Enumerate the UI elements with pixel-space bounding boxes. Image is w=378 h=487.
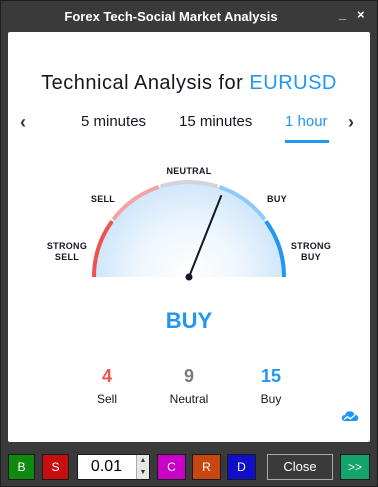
chevron-right-icon[interactable]: › (348, 112, 354, 133)
title-bar[interactable]: Forex Tech-Social Market Analysis _ × (1, 1, 377, 31)
cloud-logo-icon[interactable] (341, 409, 359, 423)
heading-prefix: Technical Analysis for (41, 72, 244, 94)
label-sell: SELL (90, 194, 116, 204)
window-title: Forex Tech-Social Market Analysis (64, 9, 278, 24)
sell-button[interactable]: S (42, 454, 69, 480)
chevron-left-icon[interactable]: ‹ (20, 112, 26, 133)
label-neutral: NEUTRAL (166, 166, 212, 176)
minimize-button[interactable]: _ (339, 6, 346, 21)
neutral-count-label: Neutral (169, 392, 209, 406)
symbol-name: EURUSD (249, 72, 337, 94)
sell-count-label: Sell (96, 392, 117, 406)
d-button[interactable]: D (227, 454, 256, 480)
neutral-count: 9 (183, 366, 194, 386)
active-tab-indicator (285, 140, 329, 143)
lot-size-input[interactable] (78, 455, 135, 479)
buy-button[interactable]: B (8, 454, 35, 480)
spin-down-icon[interactable]: ▼ (136, 467, 149, 479)
label-strong-buy: STRONG BUY (290, 241, 332, 262)
expand-button[interactable]: >> (340, 454, 370, 480)
label-buy: BUY (267, 194, 287, 204)
c-button[interactable]: C (157, 454, 186, 480)
verdict-text: BUY (165, 308, 213, 333)
app-window: Forex Tech-Social Market Analysis _ × Te… (0, 0, 378, 487)
lot-size-stepper: ▲ ▼ (77, 454, 150, 480)
r-button[interactable]: R (192, 454, 221, 480)
page-title: Technical Analysis for EURUSD (8, 72, 370, 95)
gauge-face (94, 182, 284, 277)
sell-count: 4 (101, 366, 112, 386)
close-window-button[interactable]: × (357, 7, 365, 22)
bottom-toolbar: B S ▲ ▼ C R D Close >> (1, 450, 377, 486)
close-button[interactable]: Close (267, 454, 333, 480)
buy-count-label: Buy (260, 392, 282, 406)
spin-up-icon[interactable]: ▲ (136, 455, 149, 467)
buy-count: 15 (260, 366, 282, 386)
timeframe-tabs: ute 5 minutes 15 minutes 1 hour (36, 113, 336, 143)
tab-1-hour[interactable]: 1 hour (285, 113, 328, 130)
analysis-panel: Technical Analysis for EURUSD ‹ ute 5 mi… (8, 32, 370, 442)
needle-pivot (185, 273, 193, 281)
tab-5-minutes[interactable]: 5 minutes (81, 113, 146, 130)
label-strong-sell: STRONG SELL (46, 241, 88, 262)
tab-15-minutes[interactable]: 15 minutes (179, 113, 252, 130)
